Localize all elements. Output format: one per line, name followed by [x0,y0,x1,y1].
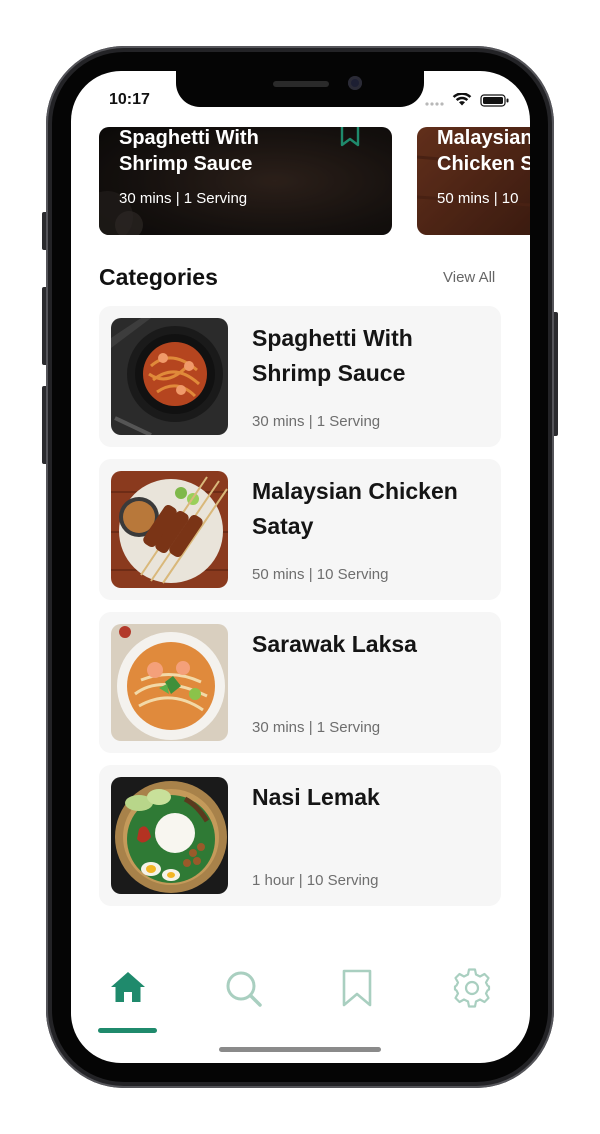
bookmark-icon[interactable] [339,127,361,147]
recipe-card[interactable]: Malaysian Chicken Satay 50 mins | 10 Ser… [99,459,501,600]
recipe-thumbnail [111,777,228,894]
tab-settings[interactable] [452,968,492,1008]
recipe-meta: 50 mins | 10 Serving [252,566,389,583]
search-icon [226,971,262,1007]
signal-icon [425,102,444,106]
tab-home[interactable] [108,968,148,1008]
featured-meta: 30 mins | 1 Serving [119,190,248,207]
featured-title: Malaysian Chicken S [437,127,530,175]
wifi-icon [452,93,472,106]
recipe-card[interactable]: Spaghetti With Shrimp Sauce 30 mins | 1 … [99,306,501,447]
section-title: Categories [99,264,218,290]
home-icon [111,972,145,1002]
battery-icon [480,94,509,107]
recipe-meta: 30 mins | 1 Serving [252,719,381,736]
recipe-meta: 30 mins | 1 Serving [252,413,381,430]
notch [176,71,424,107]
status-time: 10:17 [109,91,150,108]
featured-title: Spaghetti With Shrimp Sauce [119,127,259,175]
recipe-title: Sarawak Laksa [252,631,417,657]
recipe-card[interactable]: Sarawak Laksa 30 mins | 1 Serving [99,612,501,753]
view-all-link[interactable]: View All [443,269,495,286]
app-screen: Spaghetti With Shrimp Sauce 30 mins | 1 … [71,71,530,1063]
bookmark-icon [342,969,372,1007]
home-indicator [219,1047,381,1052]
recipe-title: Nasi Lemak [252,784,380,810]
featured-card[interactable]: Spaghetti With Shrimp Sauce 30 mins | 1 … [99,127,392,235]
recipe-title: Spaghetti With Shrimp Sauce [252,325,413,386]
featured-card[interactable]: Malaysian Chicken S 50 mins | 10 [417,127,530,235]
status-icons [425,93,509,107]
recipe-meta: 1 hour | 10 Serving [252,872,379,889]
gear-icon [453,968,491,1008]
camera [348,76,362,90]
recipe-thumbnail [111,318,228,435]
tab-search[interactable] [223,968,263,1008]
recipe-title: Malaysian Chicken Satay [252,478,458,539]
recipe-thumbnail [111,471,228,588]
speaker [273,81,329,87]
tab-saved[interactable] [337,968,377,1008]
featured-meta: 50 mins | 10 [437,190,519,207]
active-tab-indicator [98,1028,157,1033]
recipe-card[interactable]: Nasi Lemak 1 hour | 10 Serving [99,765,501,906]
recipe-thumbnail [111,624,228,741]
